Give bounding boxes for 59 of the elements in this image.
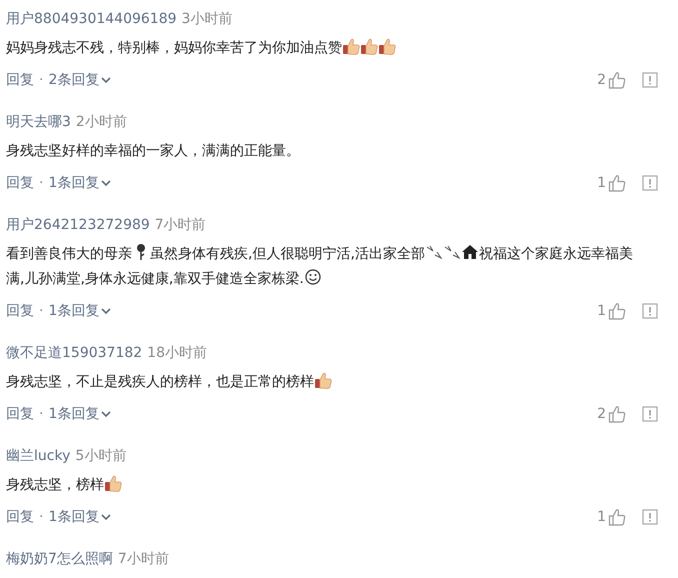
timestamp: 7小时前 — [154, 216, 206, 234]
username[interactable]: 用户2642123272989 — [6, 216, 150, 234]
reply-button[interactable]: 回复 — [6, 405, 34, 423]
thumbs-up-emoji-icon — [378, 37, 396, 55]
like-count: 1 — [597, 303, 606, 319]
comment-text: 身残志坚，不止是残疾人的榜样，也是正常的榜样 — [6, 370, 651, 395]
comment-text: 看到善良伟大的母亲 虽然身体有残疾,但人很聪明宁活,活出家全部 祝福这个家庭永远幸福美满,儿孙满堂,身体永远健康,靠双手健造全家栋梁. — [6, 242, 651, 292]
like-count: 2 — [597, 406, 606, 422]
thumbs-up-icon[interactable] — [608, 174, 626, 192]
comment-text: 身残志坚好样的幸福的一家人，满满的正能量。 — [6, 142, 301, 161]
thumbs-up-icon[interactable] — [608, 405, 626, 423]
separator-dot: · — [39, 509, 44, 525]
comment-text: 妈妈身残志不残，特别棒，妈妈你幸苦了为你加油点赞 — [6, 36, 651, 61]
username[interactable]: 梅奶奶7怎么照啊 — [6, 550, 113, 568]
reply-button[interactable]: 回复 — [6, 508, 34, 526]
report-icon[interactable] — [642, 509, 658, 525]
username[interactable]: 用户8804930144096189 — [6, 10, 177, 28]
like-count: 1 — [597, 175, 606, 191]
username[interactable]: 明天去哪3 — [6, 113, 71, 131]
like-count: 1 — [597, 509, 606, 525]
username[interactable]: 微不足道159037182 — [6, 344, 142, 362]
timestamp: 7小时前 — [118, 550, 169, 568]
replies-toggle[interactable]: 1条回复 — [48, 174, 112, 192]
like-count: 2 — [597, 72, 606, 88]
caret-icon — [101, 179, 112, 187]
thumbs-up-icon[interactable] — [608, 508, 626, 526]
caret-icon — [101, 410, 112, 418]
thumbs-up-emoji-icon — [314, 371, 332, 389]
reply-button[interactable]: 回复 — [6, 71, 34, 89]
caret-icon — [101, 307, 112, 315]
replies-toggle[interactable]: 1条回复 — [48, 302, 112, 320]
house-icon — [460, 243, 479, 261]
comment-text: 身残志坚，榜样 — [6, 473, 651, 498]
timestamp: 3小时前 — [182, 10, 232, 28]
thumbs-up-icon[interactable] — [608, 302, 626, 320]
report-icon[interactable] — [642, 303, 658, 319]
caret-icon — [101, 513, 112, 521]
separator-dot: · — [39, 406, 44, 422]
report-icon[interactable] — [642, 175, 658, 191]
caret-icon — [101, 76, 112, 84]
thumbs-up-emoji-icon — [104, 474, 122, 492]
thumbs-up-emoji-icon — [360, 37, 378, 55]
reply-button[interactable]: 回复 — [6, 174, 34, 192]
timestamp: 18小时前 — [147, 344, 207, 362]
report-icon[interactable] — [642, 72, 658, 88]
replies-toggle[interactable]: 2条回复 — [48, 71, 112, 89]
username[interactable]: 幽兰lucky — [6, 447, 70, 465]
smiley-icon — [304, 268, 322, 286]
reply-button[interactable]: 回复 — [6, 302, 34, 320]
separator-dot: · — [39, 72, 44, 88]
replies-toggle[interactable]: 1条回复 — [48, 508, 112, 526]
replies-toggle[interactable]: 1条回复 — [48, 405, 112, 423]
separator-dot: · — [39, 175, 44, 191]
timestamp: 2小时前 — [76, 113, 127, 131]
thumbs-up-icon[interactable] — [608, 71, 626, 89]
report-icon[interactable] — [642, 406, 658, 422]
separator-dot: · — [39, 303, 44, 319]
thumbs-up-emoji-icon — [342, 37, 360, 55]
timestamp: 5小时前 — [75, 447, 126, 465]
